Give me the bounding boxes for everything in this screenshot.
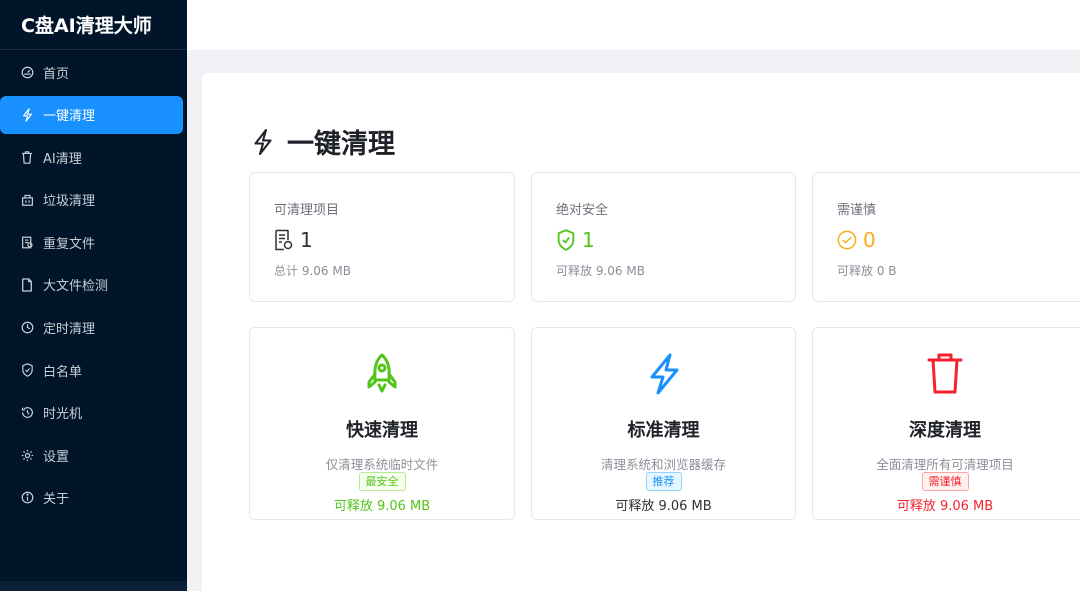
sidebar-item-settings[interactable]: 设置 — [0, 436, 183, 474]
shield-check-icon — [20, 363, 34, 377]
info-icon — [20, 491, 34, 505]
top-header — [187, 0, 1080, 50]
sidebar-footer — [0, 581, 187, 591]
release-size: 可释放 9.06 MB — [615, 499, 712, 514]
sidebar-item-about[interactable]: 关于 — [0, 479, 183, 517]
sidebar-item-label: 大文件检测 — [43, 279, 109, 295]
sidebar-item-junk-clean[interactable]: 垃圾清理 — [0, 181, 183, 219]
sidebar-item-label: 关于 — [43, 492, 70, 508]
sidebar-item-time-machine[interactable]: 时光机 — [0, 394, 183, 432]
sidebar-item-label: 设置 — [43, 449, 70, 465]
app-title: C盘AI清理大师 — [0, 0, 187, 50]
standard-clean-card[interactable]: 标准清理 清理系统和浏览器缓存 推荐 可释放 9.06 MB — [531, 327, 796, 520]
sidebar-item-label: 重复文件 — [43, 236, 96, 252]
stat-value: 0 — [837, 228, 876, 252]
stat-value-text: 1 — [582, 228, 595, 252]
document-icon — [274, 229, 294, 251]
release-size: 可释放 9.06 MB — [333, 499, 431, 514]
trash-icon — [20, 150, 34, 164]
mode-title: 深度清理 — [909, 420, 981, 441]
rocket-icon — [362, 352, 402, 400]
sidebar-item-large-files[interactable]: 大文件检测 — [0, 266, 183, 304]
stat-card-cleanable: 可清理项目 1 总计 9.06 MB — [249, 172, 515, 302]
stat-subtext: 总计 9.06 MB — [274, 264, 351, 278]
history-icon — [20, 406, 34, 420]
sidebar-item-label: 时光机 — [43, 407, 83, 423]
recommended-tag: 推荐 — [645, 472, 682, 491]
stat-card-safe: 绝对安全 1 可释放 9.06 MB — [531, 172, 796, 302]
release-size: 可释放 9.06 MB — [896, 499, 994, 514]
stat-title: 可清理项目 — [274, 203, 340, 218]
quick-clean-card[interactable]: 快速清理 仅清理系统临时文件 最安全 可释放 9.06 MB — [249, 327, 515, 520]
sidebar-item-one-click-clean[interactable]: 一键清理 — [0, 95, 183, 134]
stat-value-text: 0 — [863, 228, 876, 252]
sidebar-menu: 首页 一键清理 AI清理 垃圾清理 重复文件 大文件检测 定时清理 白名单 时光… — [0, 50, 187, 517]
stat-card-caution: 需谨慎 0 可释放 0 B — [812, 172, 1080, 302]
stat-subtext: 可释放 9.06 MB — [556, 264, 645, 278]
stat-value: 1 — [556, 228, 595, 252]
stat-title: 绝对安全 — [556, 203, 609, 218]
page-title: 一键清理 — [251, 122, 395, 161]
lightning-icon — [644, 352, 684, 400]
sidebar-item-duplicate-files[interactable]: 重复文件 — [0, 223, 183, 261]
sidebar: C盘AI清理大师 首页 一键清理 AI清理 垃圾清理 重复文件 大文件检测 定时… — [0, 0, 187, 591]
sidebar-item-label: 定时清理 — [43, 322, 96, 338]
sidebar-item-label: 一键清理 — [43, 109, 96, 125]
sidebar-item-ai-clean[interactable]: AI清理 — [0, 138, 183, 176]
mode-description: 清理系统和浏览器缓存 — [600, 457, 726, 472]
trash-icon — [925, 352, 965, 400]
stat-value-text: 1 — [300, 228, 313, 252]
gear-icon — [20, 448, 34, 462]
sidebar-item-label: 垃圾清理 — [43, 194, 96, 210]
stat-subtext: 可释放 0 B — [837, 264, 897, 278]
sidebar-item-home[interactable]: 首页 — [0, 53, 183, 91]
lightning-icon — [251, 127, 277, 157]
sidebar-item-whitelist[interactable]: 白名单 — [0, 351, 183, 389]
check-circle-icon — [837, 229, 857, 251]
mode-title: 快速清理 — [346, 420, 418, 441]
sidebar-item-label: 白名单 — [43, 364, 83, 380]
mode-title: 标准清理 — [627, 420, 700, 441]
mode-description: 仅清理系统临时文件 — [325, 457, 439, 472]
lightning-icon — [20, 107, 34, 122]
clock-icon — [20, 321, 34, 335]
stat-title: 需谨慎 — [837, 203, 877, 218]
safest-tag: 最安全 — [358, 472, 406, 491]
bin-icon — [20, 193, 34, 207]
file-icon — [20, 278, 34, 292]
sidebar-item-scheduled-clean[interactable]: 定时清理 — [0, 309, 183, 347]
caution-tag: 需谨慎 — [921, 472, 969, 491]
dashboard-icon — [20, 65, 34, 79]
mode-description: 全面清理所有可清理项目 — [876, 457, 1014, 472]
stat-value: 1 — [274, 228, 313, 252]
shield-check-icon — [556, 229, 576, 251]
sidebar-item-label: 首页 — [43, 66, 70, 82]
deep-clean-card[interactable]: 深度清理 全面清理所有可清理项目 需谨慎 可释放 9.06 MB — [812, 327, 1080, 520]
page-title-text: 一键清理 — [287, 129, 395, 160]
duplicate-icon — [20, 235, 34, 249]
sidebar-item-label: AI清理 — [43, 151, 82, 167]
